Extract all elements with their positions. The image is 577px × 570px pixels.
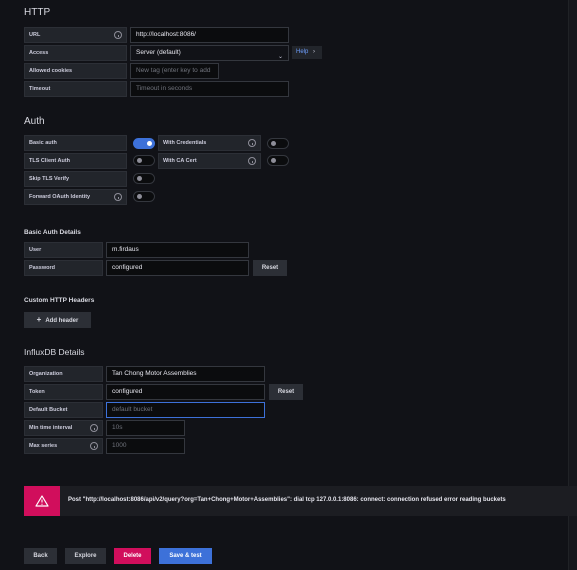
forward-oauth-switch[interactable] — [133, 191, 155, 202]
password-label-text: Password — [29, 265, 55, 271]
password-input[interactable]: configured — [106, 260, 249, 276]
allowed-cookies-label: Allowed cookies — [24, 63, 127, 79]
with-ca-cert-label: With CA Cert — [158, 153, 261, 169]
timeout-input[interactable]: Timeout in seconds — [130, 81, 289, 97]
max-series-label: Max series — [24, 438, 103, 454]
url-label: URL — [24, 27, 127, 43]
token-input[interactable]: configured — [106, 384, 265, 400]
info-icon[interactable] — [114, 31, 122, 39]
url-input[interactable]: http://localhost:8086/ — [130, 27, 289, 43]
allowed-cookies-input[interactable]: New tag (enter key to add — [130, 63, 219, 79]
url-label-text: URL — [29, 32, 41, 38]
allowed-cookies-label-text: Allowed cookies — [29, 68, 73, 74]
warning-icon — [35, 495, 49, 507]
tls-client-auth-label: TLS Client Auth — [24, 153, 127, 169]
timeout-label: Timeout — [24, 81, 127, 97]
error-alert: Post "http://localhost:8086/api/v2/query… — [24, 486, 577, 516]
custom-headers-title: Custom HTTP Headers — [24, 297, 95, 304]
access-select-value: Server (default) — [136, 49, 181, 56]
tls-client-auth-label-text: TLS Client Auth — [29, 158, 71, 164]
user-label: User — [24, 242, 103, 258]
skip-tls-verify-label-text: Skip TLS Verify — [29, 176, 70, 182]
info-icon[interactable] — [90, 424, 98, 432]
token-label: Token — [24, 384, 103, 400]
password-label: Password — [24, 260, 103, 276]
token-label-text: Token — [29, 389, 45, 395]
with-credentials-label-text: With Credentials — [163, 140, 207, 146]
http-section-title: HTTP — [24, 7, 51, 18]
min-time-interval-label-text: Min time interval — [29, 425, 73, 431]
organization-input[interactable]: Tan Chong Motor Assemblies — [106, 366, 265, 382]
scrollbar[interactable] — [568, 0, 577, 570]
max-series-label-text: Max series — [29, 443, 58, 449]
tls-client-auth-switch[interactable] — [133, 155, 155, 166]
basic-auth-label-text: Basic auth — [29, 140, 57, 146]
skip-tls-verify-label: Skip TLS Verify — [24, 171, 127, 187]
save-test-button[interactable]: Save & test — [159, 548, 212, 564]
skip-tls-verify-switch[interactable] — [133, 173, 155, 184]
error-icon-box — [24, 486, 60, 516]
forward-oauth-label-text: Forward OAuth Identity — [29, 194, 91, 200]
auth-section-title: Auth — [24, 116, 45, 127]
add-header-label: Add header — [45, 318, 79, 324]
info-icon[interactable] — [248, 139, 256, 147]
organization-label: Organization — [24, 366, 103, 382]
with-credentials-label: With Credentials — [158, 135, 261, 151]
basic-auth-details-title: Basic Auth Details — [24, 229, 81, 236]
with-credentials-switch[interactable] — [267, 138, 289, 149]
token-reset-button[interactable]: Reset — [269, 384, 303, 400]
plus-icon: + — [36, 315, 42, 324]
default-bucket-label-text: Default Bucket — [29, 407, 68, 413]
password-reset-button[interactable]: Reset — [253, 260, 287, 276]
back-button[interactable]: Back — [24, 548, 57, 564]
default-bucket-label: Default Bucket — [24, 402, 103, 418]
chevron-right-icon: › — [313, 49, 316, 55]
organization-label-text: Organization — [29, 371, 63, 377]
access-label: Access — [24, 45, 127, 61]
user-input[interactable]: m.firdaus — [106, 242, 249, 258]
info-icon[interactable] — [90, 442, 98, 450]
with-ca-cert-switch[interactable] — [267, 155, 289, 166]
info-icon[interactable] — [114, 193, 122, 201]
basic-auth-label: Basic auth — [24, 135, 127, 151]
min-time-interval-label: Min time interval — [24, 420, 103, 436]
timeout-label-text: Timeout — [29, 86, 51, 92]
access-select[interactable]: Server (default) ⌄ — [130, 45, 289, 61]
user-label-text: User — [29, 247, 42, 253]
min-time-interval-input[interactable]: 10s — [106, 420, 185, 436]
default-bucket-input[interactable]: default bucket — [106, 402, 265, 418]
max-series-input[interactable]: 1000 — [106, 438, 185, 454]
help-label: Help — [296, 49, 309, 55]
with-ca-cert-label-text: With CA Cert — [163, 158, 197, 164]
access-label-text: Access — [29, 50, 49, 56]
add-header-button[interactable]: + Add header — [24, 312, 91, 328]
explore-button[interactable]: Explore — [65, 548, 106, 564]
error-message: Post "http://localhost:8086/api/v2/query… — [68, 497, 506, 503]
help-button[interactable]: Help › — [292, 46, 322, 59]
basic-auth-switch[interactable] — [133, 138, 155, 149]
delete-button[interactable]: Delete — [114, 548, 151, 564]
info-icon[interactable] — [248, 157, 256, 165]
influxdb-section-title: InfluxDB Details — [24, 347, 85, 357]
forward-oauth-label: Forward OAuth Identity — [24, 189, 127, 205]
chevron-down-icon: ⌄ — [277, 54, 283, 60]
